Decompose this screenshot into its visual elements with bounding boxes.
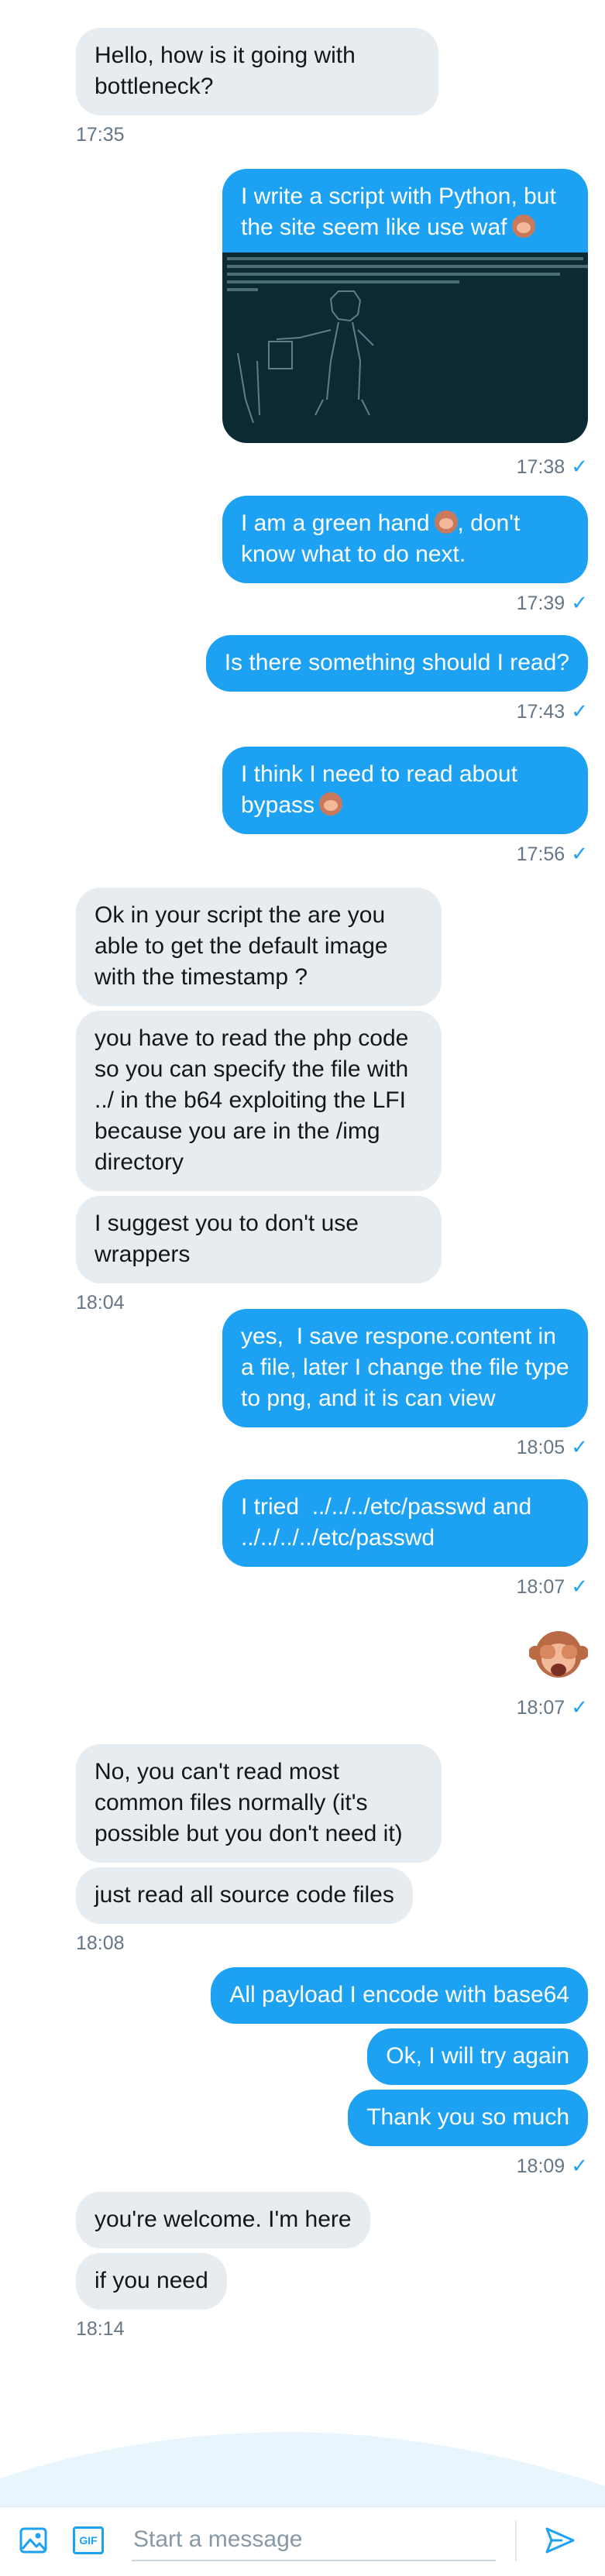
message-timestamp: 17:43 ✓	[516, 699, 588, 723]
monkey-face-emoji	[434, 510, 458, 534]
message-bubble[interactable]: I think I need to read about bypass	[222, 747, 588, 834]
see-no-evil-monkey-icon[interactable]	[529, 1625, 588, 1684]
message-bubble[interactable]: I am a green hand, don't know what to do…	[222, 496, 588, 583]
message-timestamp: 17:39 ✓	[516, 591, 588, 614]
message-bubble[interactable]: Thank you so much	[348, 2090, 588, 2146]
message-group-outgoing: I am a green hand, don't know what to do…	[222, 496, 588, 615]
message-timestamp: 17:35	[76, 124, 125, 146]
message-group-incoming: Ok in your script the are you able to ge…	[76, 888, 442, 1314]
message-timestamp: 18:08	[76, 1932, 125, 1954]
message-timestamp: 17:56 ✓	[516, 842, 588, 865]
monkey-face-emoji	[511, 215, 535, 238]
image-icon[interactable]	[17, 2524, 50, 2557]
message-bubble[interactable]: Ok, I will try again	[367, 2028, 588, 2085]
read-check-icon: ✓	[571, 1435, 588, 1458]
read-check-icon: ✓	[571, 2154, 588, 2177]
read-check-icon: ✓	[571, 1575, 588, 1598]
message-bubble[interactable]: All payload I encode with base64	[211, 1967, 588, 2024]
message-bubble[interactable]: Ok in your script the are you able to ge…	[76, 888, 442, 1006]
read-check-icon: ✓	[571, 699, 588, 723]
message-group-outgoing: yes, I save respone.content in a file, l…	[222, 1309, 588, 1459]
input-underline	[132, 2560, 496, 2561]
read-check-icon: ✓	[571, 842, 588, 865]
message-bubble[interactable]: I write a script with Python, but the si…	[222, 169, 588, 254]
message-timestamp: 18:09 ✓	[516, 2154, 588, 2177]
message-group-outgoing: I tried ../../../etc/passwd and ../../..…	[222, 1479, 588, 1599]
send-icon[interactable]	[544, 2524, 576, 2557]
message-text: I am a green hand	[241, 510, 430, 536]
message-group-outgoing: Is there something should I read? 17:43 ✓	[205, 635, 588, 723]
message-bubble[interactable]: I tried ../../../etc/passwd and ../../..…	[222, 1479, 588, 1567]
message-group-outgoing: I write a script with Python, but the si…	[222, 169, 588, 479]
composer-divider	[515, 2521, 517, 2561]
message-timestamp: 18:07 ✓	[516, 1695, 588, 1719]
message-group-outgoing: All payload I encode with base64 Ok, I w…	[211, 1967, 588, 2178]
message-text: I think I need to read about bypass	[241, 761, 524, 818]
message-bubble[interactable]: just read all source code files	[76, 1867, 413, 1924]
message-bubble[interactable]: Hello, how is it going with bottleneck?	[76, 28, 438, 115]
message-bubble[interactable]: Is there something should I read?	[205, 635, 588, 692]
read-check-icon: ✓	[571, 591, 588, 614]
message-group-outgoing: 18:07 ✓	[517, 1625, 588, 1719]
message-group-incoming: Hello, how is it going with bottleneck? …	[76, 28, 438, 146]
message-group-outgoing: I think I need to read about bypass 17:5…	[222, 747, 588, 866]
ascii-art-figure	[237, 290, 374, 424]
message-group-incoming: No, you can't read most common files nor…	[76, 1744, 442, 1955]
message-timestamp: 18:05 ✓	[516, 1435, 588, 1458]
attached-screenshot[interactable]	[222, 252, 588, 443]
message-bubble[interactable]: No, you can't read most common files nor…	[76, 1744, 442, 1863]
message-timestamp: 18:07 ✓	[516, 1575, 588, 1598]
message-input[interactable]	[132, 2523, 491, 2557]
message-bubble[interactable]: you have to read the php code so you can…	[76, 1011, 442, 1191]
conversation-thread: Hello, how is it going with bottleneck? …	[0, 0, 605, 2506]
message-bubble[interactable]: I suggest you to don't use wrappers	[76, 1196, 442, 1283]
message-bubble[interactable]: you're welcome. I'm here	[76, 2192, 370, 2248]
message-group-incoming: you're welcome. I'm here if you need 18:…	[76, 2192, 370, 2341]
read-check-icon: ✓	[571, 455, 588, 478]
message-bubble[interactable]: if you need	[76, 2253, 227, 2310]
message-timestamp: 18:14	[76, 2318, 125, 2340]
message-timestamp: 17:38 ✓	[516, 455, 588, 478]
gif-button[interactable]: GIF	[73, 2526, 104, 2554]
monkey-face-emoji	[319, 792, 343, 816]
message-composer: GIF	[0, 2506, 605, 2576]
background-wave	[0, 2432, 605, 2506]
read-check-icon: ✓	[571, 1695, 588, 1719]
message-bubble[interactable]: yes, I save respone.content in a file, l…	[222, 1309, 588, 1427]
